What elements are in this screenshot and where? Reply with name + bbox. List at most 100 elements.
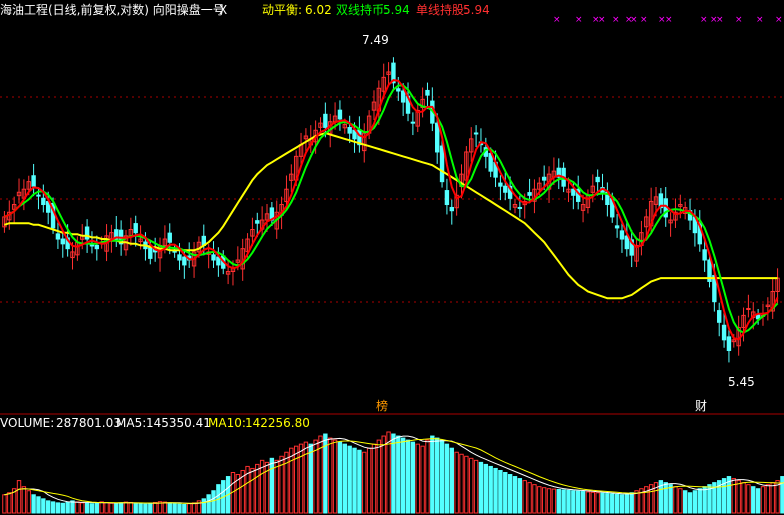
candle-body (726, 336, 732, 352)
candle-body (595, 176, 600, 183)
candle-body (517, 206, 523, 209)
sell-signal-mark: × (553, 15, 561, 25)
volume-bar (439, 439, 445, 514)
volume-bar (36, 496, 41, 514)
volume-bar (488, 465, 493, 514)
candle-body (721, 324, 727, 341)
grid-lines (0, 96, 784, 415)
red-line (3, 79, 779, 341)
volume-bar (692, 490, 698, 514)
candle-body (172, 250, 177, 253)
volume-bar (347, 445, 352, 514)
sell-signal-mark: × (598, 15, 606, 25)
volume-bar (478, 461, 484, 514)
sell-signal-mark: × (775, 15, 783, 25)
volume-bar (610, 493, 615, 514)
candle-body (177, 254, 182, 261)
volume-bar (250, 467, 255, 514)
volume-bar (420, 445, 425, 514)
candle-body (624, 235, 630, 250)
volume-bar (89, 503, 95, 514)
indicator-label-double: 双线持币: (336, 2, 388, 17)
candle-body (439, 145, 445, 183)
candle-body (167, 232, 172, 243)
volume-bar (430, 435, 435, 514)
indicator-label-single: 单线持股: (416, 2, 468, 17)
indicator-value-double: 5.94 (383, 3, 410, 17)
volume-bar (75, 501, 80, 514)
sell-signal-mark: × (612, 15, 620, 25)
volume-bar (104, 501, 109, 514)
candle-body (746, 307, 751, 310)
volume-bar (736, 480, 741, 514)
volume-bars (2, 431, 784, 514)
close-mark[interactable]: X (219, 3, 227, 17)
volume-bar (332, 439, 338, 514)
indicator-value-balance: 6.02 (305, 3, 332, 17)
volume-bar (255, 463, 260, 514)
volume-bar (498, 469, 503, 514)
volume-bar (449, 447, 454, 514)
volume-bar (293, 445, 299, 514)
volume-bar (585, 491, 591, 514)
candle-body (31, 175, 36, 187)
volume-bar (303, 441, 309, 514)
volume-bar (342, 443, 348, 514)
volume-bar (21, 486, 27, 514)
volume-bar (760, 486, 766, 514)
signal-markers: × × ×× × ×× × × × × ×× × × × (553, 15, 783, 25)
volume-bar (284, 451, 289, 514)
candle-body (473, 132, 479, 135)
volume-bar (614, 493, 620, 514)
volume-bar (269, 457, 275, 514)
volume-bar (206, 494, 211, 514)
volume-bar (84, 502, 90, 514)
volume-bar (571, 490, 576, 514)
volume-bar (45, 500, 51, 514)
candle-body (323, 113, 328, 128)
volume-bar (328, 437, 333, 514)
candle-body (337, 109, 343, 120)
volume-bar (731, 478, 737, 514)
marker-bang[interactable]: 榜 (376, 398, 388, 413)
volume-bar (741, 482, 746, 514)
volume-bar (396, 435, 401, 514)
volume-bar (2, 494, 7, 514)
candle-body (527, 192, 532, 196)
sell-signal-mark: × (665, 15, 673, 25)
volume-bar (546, 488, 552, 514)
volume-bar (454, 451, 459, 514)
volume-bar (541, 487, 547, 514)
volume-bar (152, 501, 158, 514)
volume-bar (673, 486, 678, 514)
candle-body (503, 185, 508, 193)
volume-bar (702, 486, 707, 514)
stock-chart[interactable]: × × ×× × ×× × × × × ×× × × × 海油工程(日线,前复权,对数) 向阳操盘一号 … (0, 0, 784, 515)
candle-body (396, 88, 401, 92)
volume-bar (473, 459, 479, 514)
volume-bar (357, 449, 362, 514)
candle-body (133, 223, 138, 234)
volume-bar (371, 443, 377, 514)
volume-bar (629, 492, 634, 514)
candle-body (541, 176, 547, 181)
low-price-label: 5.45 (728, 375, 755, 389)
volume-bar (469, 457, 474, 514)
volume-bar (668, 484, 673, 514)
marker-cai[interactable]: 财 (695, 399, 707, 413)
volume-bar (7, 492, 12, 514)
volume-bar (65, 501, 70, 514)
volume-bar (493, 467, 498, 514)
candle-body (347, 127, 352, 134)
chart-title: 海油工程(日线,前复权,对数) 向阳操盘一号 (0, 2, 225, 17)
candle-body (449, 206, 454, 212)
volume-bar (634, 490, 639, 514)
volume-bar (765, 484, 771, 514)
candle-body (702, 249, 707, 261)
sell-signal-mark: × (640, 15, 648, 25)
volume-bar (162, 501, 168, 514)
candle-body (444, 190, 450, 206)
volume-bar (687, 492, 693, 514)
ma10-value: 142256.80 (245, 416, 310, 430)
volume-bar (405, 439, 411, 514)
